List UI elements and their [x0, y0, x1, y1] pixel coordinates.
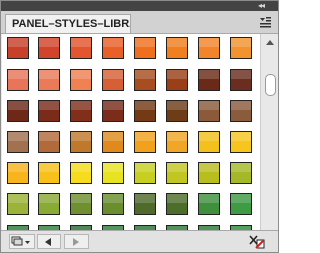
- style-swatch[interactable]: [7, 162, 29, 184]
- previous-button[interactable]: [37, 234, 61, 249]
- panel-menu-icon: [260, 17, 271, 28]
- swatch-list: [2, 34, 260, 230]
- style-swatch[interactable]: [230, 69, 252, 91]
- style-swatch[interactable]: [70, 100, 92, 122]
- chevron-left-icon: [45, 238, 51, 246]
- style-swatch[interactable]: [230, 193, 252, 215]
- panel-titlebar[interactable]: ◂◂: [1, 1, 278, 11]
- panel-bottom-bar: [1, 230, 278, 252]
- tab-label: PANEL–STYLES–LIBRARY: [12, 18, 130, 30]
- style-swatch[interactable]: [70, 193, 92, 215]
- style-swatch[interactable]: [134, 100, 156, 122]
- style-swatch[interactable]: [166, 100, 188, 122]
- style-swatch[interactable]: [102, 193, 124, 215]
- style-swatch[interactable]: [166, 162, 188, 184]
- panel-menu-button[interactable]: [259, 15, 272, 28]
- style-swatch[interactable]: [38, 193, 60, 215]
- style-swatch[interactable]: [166, 131, 188, 153]
- style-swatch[interactable]: [230, 37, 252, 59]
- style-swatch[interactable]: [7, 37, 29, 59]
- library-menu-button[interactable]: [9, 234, 35, 249]
- style-swatch[interactable]: [230, 162, 252, 184]
- tab-panel-styles-library[interactable]: PANEL–STYLES–LIBRARY: [5, 14, 131, 33]
- library-menu-icon: [11, 236, 30, 246]
- style-swatch[interactable]: [70, 162, 92, 184]
- style-swatch[interactable]: [70, 69, 92, 91]
- style-swatch[interactable]: [7, 100, 29, 122]
- style-swatch[interactable]: [70, 131, 92, 153]
- delete-style-button[interactable]: [247, 233, 267, 251]
- style-swatch[interactable]: [102, 131, 124, 153]
- style-swatch[interactable]: [198, 100, 220, 122]
- collapse-panel-icon[interactable]: ◂◂: [258, 1, 265, 11]
- style-swatch[interactable]: [102, 100, 124, 122]
- style-swatch[interactable]: [198, 69, 220, 91]
- delete-style-icon: [249, 235, 265, 249]
- style-swatch[interactable]: [134, 193, 156, 215]
- style-swatch[interactable]: [230, 131, 252, 153]
- chevron-right-icon: [73, 238, 79, 246]
- style-swatch[interactable]: [166, 69, 188, 91]
- style-swatch[interactable]: [38, 162, 60, 184]
- style-swatch[interactable]: [198, 37, 220, 59]
- style-swatch[interactable]: [134, 69, 156, 91]
- style-swatch[interactable]: [102, 37, 124, 59]
- style-swatch[interactable]: [38, 69, 60, 91]
- style-swatch[interactable]: [38, 131, 60, 153]
- style-swatch[interactable]: [70, 37, 92, 59]
- style-swatch[interactable]: [38, 100, 60, 122]
- style-swatch[interactable]: [7, 131, 29, 153]
- style-swatch[interactable]: [198, 193, 220, 215]
- style-swatch[interactable]: [102, 69, 124, 91]
- scrollbar-thumb[interactable]: [265, 74, 276, 96]
- styles-library-panel: ◂◂ PANEL–STYLES–LIBRARY: [0, 0, 279, 253]
- style-swatch[interactable]: [198, 131, 220, 153]
- style-swatch[interactable]: [38, 37, 60, 59]
- style-swatch[interactable]: [134, 162, 156, 184]
- style-swatch[interactable]: [134, 37, 156, 59]
- panel-tab-row: PANEL–STYLES–LIBRARY: [1, 11, 278, 34]
- scroll-up-arrow-icon[interactable]: [266, 40, 274, 45]
- next-button[interactable]: [64, 234, 89, 249]
- style-swatch[interactable]: [7, 193, 29, 215]
- style-swatch[interactable]: [7, 69, 29, 91]
- style-swatch[interactable]: [166, 193, 188, 215]
- style-swatch[interactable]: [134, 131, 156, 153]
- style-swatch[interactable]: [102, 162, 124, 184]
- style-swatch[interactable]: [198, 162, 220, 184]
- style-swatch[interactable]: [230, 100, 252, 122]
- style-swatch[interactable]: [166, 37, 188, 59]
- vertical-scrollbar[interactable]: [260, 34, 278, 230]
